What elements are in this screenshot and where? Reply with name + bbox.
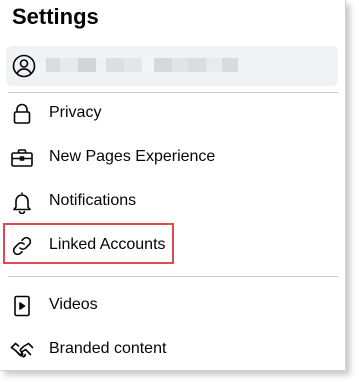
menu-item-new-pages-experience[interactable]: New Pages Experience [0,136,345,180]
page-title: Settings [12,4,99,29]
briefcase-icon [10,146,34,170]
highlight-box [3,223,174,264]
settings-panel: Settings Privacy New Pages Experience No… [0,0,346,371]
menu-item-privacy[interactable]: Privacy [0,92,345,136]
menu-item-label: Notifications [49,192,137,209]
menu-item-label: Privacy [49,104,102,121]
divider [8,276,338,277]
lock-icon [10,102,34,126]
menu-item-label: New Pages Experience [49,148,216,165]
menu-item-label: Videos [49,296,98,313]
menu-item-notifications[interactable]: Notifications [0,180,345,224]
menu-item-label: Branded content [49,340,167,357]
redacted-account-name [46,58,256,72]
menu-item-videos[interactable]: Videos [0,284,345,328]
bell-icon [10,190,34,215]
video-icon [10,294,34,318]
account-row[interactable] [6,46,338,86]
handshake-icon [10,338,34,362]
menu-item-branded-content[interactable]: Branded content [0,328,345,370]
user-circle-icon [12,54,36,83]
